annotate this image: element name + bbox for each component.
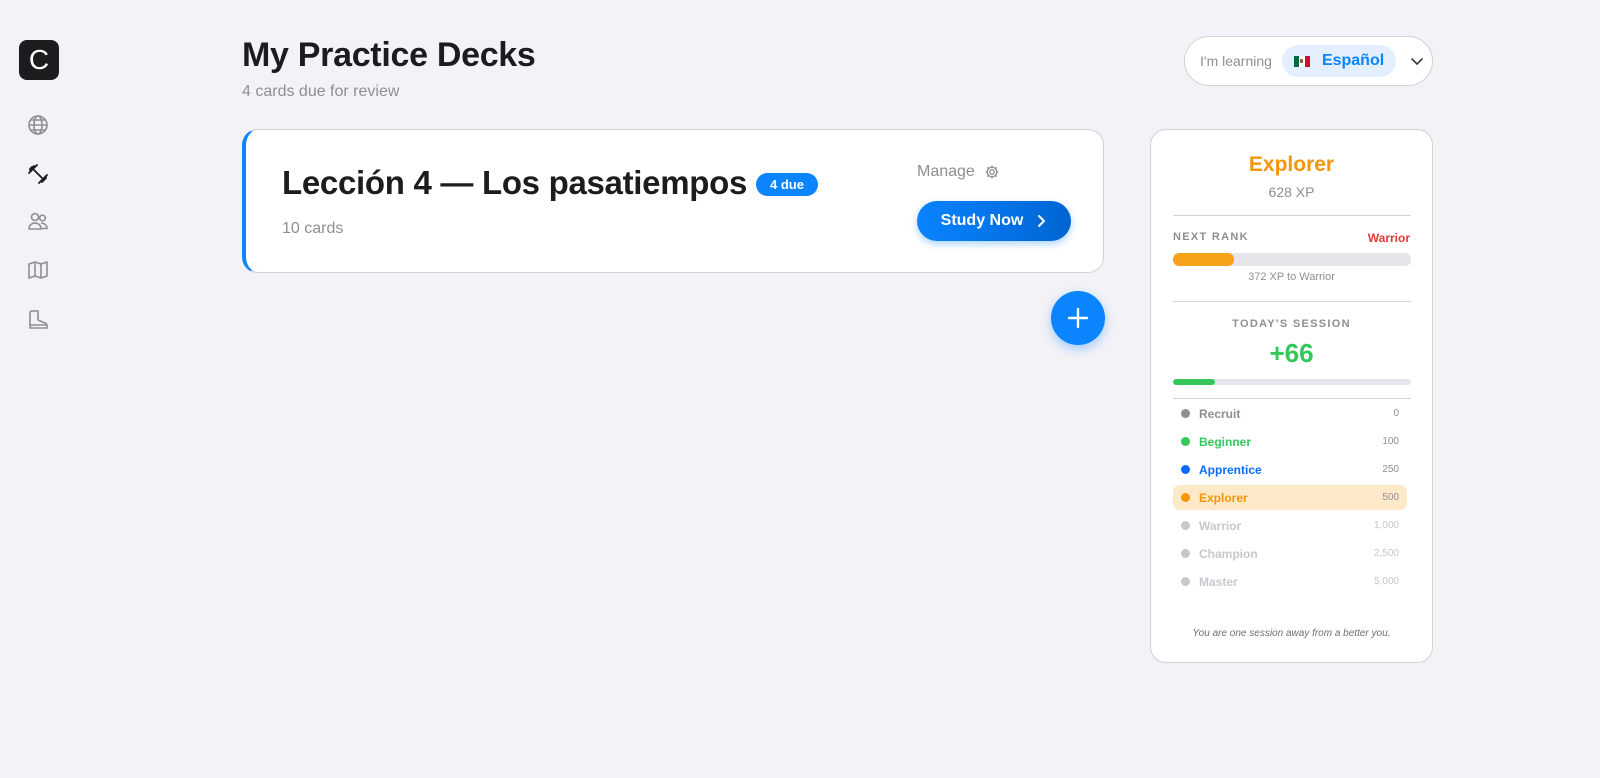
chevron-down-icon[interactable] <box>1410 54 1424 68</box>
rank-row: Warrior 1,000 <box>1173 513 1407 538</box>
study-now-button[interactable]: Study Now <box>917 201 1071 241</box>
session-label: TODAY'S SESSION <box>1232 318 1351 330</box>
rank-row: Champion 2,500 <box>1173 541 1407 566</box>
rank-row-name: Explorer <box>1199 490 1248 505</box>
sidebar-item-practice[interactable] <box>26 162 50 186</box>
next-rank-progress-fill <box>1173 253 1234 266</box>
rank-row-name: Beginner <box>1199 434 1252 449</box>
divider <box>1173 398 1411 399</box>
divider <box>1173 215 1411 216</box>
rank-row-xp: 0 <box>1393 408 1399 419</box>
study-now-label: Study Now <box>940 212 1024 229</box>
rank-row: Master 5,000 <box>1173 569 1407 594</box>
deck-title: Lección 4 — Los pasatiempos <box>282 164 748 201</box>
rank-row: Recruit 0 <box>1173 401 1407 426</box>
rank-dot <box>1181 577 1190 586</box>
rank-row-name: Champion <box>1199 546 1258 561</box>
next-rank-name: Warrior <box>1367 231 1410 245</box>
rank-dot <box>1181 465 1190 474</box>
rank-row: Beginner 100 <box>1173 429 1407 454</box>
rank-row-name: Master <box>1199 574 1238 589</box>
sidebar-item-map[interactable] <box>26 258 50 282</box>
rank-panel: Explorer 628 XP NEXT RANK Warrior 372 XP… <box>1150 129 1433 663</box>
rank-dot <box>1181 409 1190 418</box>
rank-row-xp: 1,000 <box>1373 520 1399 531</box>
add-deck-button[interactable] <box>1051 291 1105 345</box>
chevron-right-icon <box>1035 214 1047 228</box>
sidebar: C <box>0 0 76 778</box>
due-badge: 4 due <box>756 173 818 196</box>
language-name: Español <box>1321 52 1385 69</box>
mexico-flag-icon <box>1293 55 1310 67</box>
page-title: My Practice Decks <box>242 36 536 74</box>
language-label: I'm learning <box>1200 53 1272 69</box>
current-xp: 628 XP <box>1268 184 1315 200</box>
gear-icon <box>984 164 1000 180</box>
rank-row-name: Warrior <box>1199 518 1242 533</box>
next-rank-label: NEXT RANK <box>1173 231 1249 243</box>
plus-icon <box>1067 307 1089 329</box>
deck-card-count: 10 cards <box>282 220 344 237</box>
rank-row-name: Apprentice <box>1199 462 1262 477</box>
language-selector[interactable]: I'm learning Español <box>1184 36 1433 86</box>
rank-row: Explorer 500 <box>1173 485 1407 510</box>
map-icon <box>28 261 48 279</box>
app-logo[interactable]: C <box>19 40 59 80</box>
rank-row-xp: 250 <box>1382 464 1399 475</box>
rank-dot <box>1181 521 1190 530</box>
current-rank: Explorer <box>1248 153 1335 176</box>
page-subtitle: 4 cards due for review <box>242 83 400 100</box>
rank-row-xp: 100 <box>1382 436 1399 447</box>
rank-row-xp: 2,500 <box>1373 548 1399 559</box>
rank-row-name: Recruit <box>1199 406 1241 421</box>
users-icon <box>28 212 48 230</box>
boot-icon <box>29 310 48 329</box>
manage-label: Manage <box>917 163 975 180</box>
rank-dot <box>1181 549 1190 558</box>
globe-icon <box>28 115 48 135</box>
session-progress-fill <box>1173 379 1215 385</box>
rank-list: Recruit 0 Beginner 100 Apprentice 250 Explorer… <box>1173 401 1407 597</box>
language-chip[interactable]: Español <box>1281 45 1397 77</box>
next-rank-progress-bar <box>1173 253 1411 266</box>
dumbbell-icon <box>28 164 48 184</box>
motto: You are one session away from a better y… <box>1192 628 1391 639</box>
sidebar-item-community[interactable] <box>26 209 50 233</box>
rank-dot <box>1181 437 1190 446</box>
rank-row-xp: 500 <box>1382 492 1399 503</box>
deck-card[interactable]: Lección 4 — Los pasatiempos 4 due 10 car… <box>242 129 1104 273</box>
session-progress-bar <box>1173 379 1411 385</box>
rank-row: Apprentice 250 <box>1173 457 1407 482</box>
manage-button[interactable]: Manage <box>917 163 1000 181</box>
rank-dot <box>1181 493 1190 502</box>
sidebar-item-progress[interactable] <box>26 308 50 332</box>
sidebar-item-globe[interactable] <box>26 113 50 137</box>
session-value: +66 <box>1269 338 1314 368</box>
rank-row-xp: 5,000 <box>1373 576 1399 587</box>
divider <box>1173 301 1411 302</box>
xp-to-next: 372 XP to Warrior <box>1248 271 1335 283</box>
